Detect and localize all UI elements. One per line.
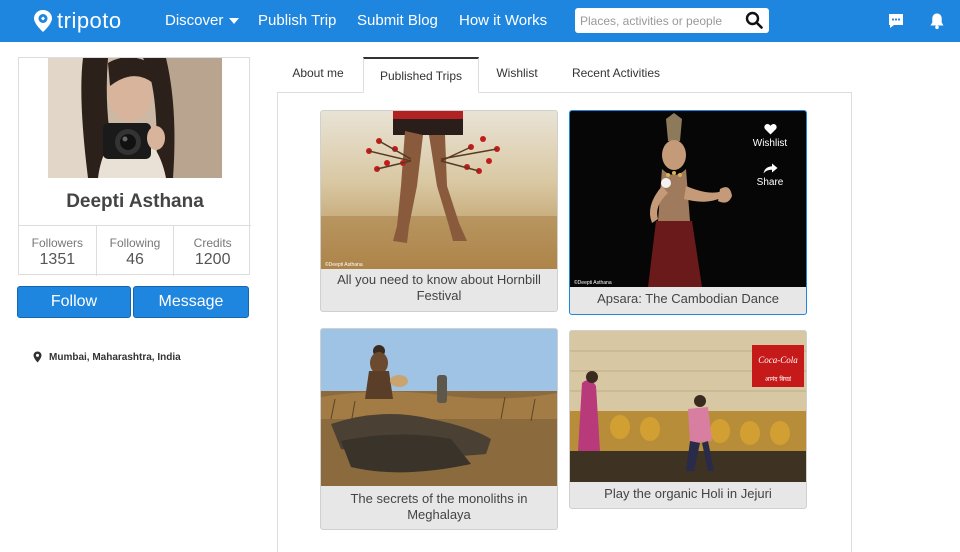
- stat-label: Following: [109, 236, 161, 250]
- sign-subtext: आनंद बिघडं: [765, 375, 792, 383]
- tab-recent-activities[interactable]: Recent Activities: [560, 57, 672, 93]
- chevron-down-icon: [229, 18, 240, 25]
- stat-credits[interactable]: Credits 1200: [174, 226, 251, 276]
- trip-card[interactable]: Coca-Cola आनंद बिघडं Play the organic Ho…: [569, 330, 807, 509]
- stat-label: Followers: [31, 236, 84, 250]
- location-pin-icon: [33, 351, 42, 363]
- profile-stats: Followers 1351 Following 46 Credits 1200: [19, 225, 251, 276]
- profile-card: Deepti Asthana Followers 1351 Following …: [18, 57, 251, 276]
- stat-label: Credits: [193, 236, 232, 250]
- profile-tabs: About me Published Trips Wishlist Recent…: [277, 57, 852, 93]
- wishlist-label: Wishlist: [752, 138, 788, 149]
- photo-credit: ©Deepti Asthana: [325, 261, 363, 268]
- avatar: [48, 58, 222, 178]
- trip-card[interactable]: ©Deepti Asthana Wishlist Share Apsara: T…: [569, 110, 807, 315]
- tab-about-me[interactable]: About me: [277, 57, 359, 93]
- stat-value: 46: [126, 251, 144, 268]
- trip-photo: ©Deepti Asthana: [321, 111, 557, 269]
- trip-card[interactable]: ©Deepti Asthana All you need to know abo…: [320, 110, 558, 312]
- logo-text: tripoto: [57, 8, 122, 33]
- share-label: Share: [756, 177, 784, 188]
- sign-text: Coca-Cola: [758, 355, 798, 365]
- stat-value: 1200: [194, 251, 231, 268]
- nav-submit-blog[interactable]: Submit Blog: [357, 12, 438, 29]
- photo-credit: ©Deepti Asthana: [574, 279, 612, 286]
- logo-pin-icon: [34, 10, 52, 32]
- trip-title: All you need to know about Hornbill Fest…: [337, 272, 541, 303]
- profile-name: Deepti Asthana: [66, 191, 204, 212]
- share-arrow-icon: [763, 163, 777, 174]
- location: Mumbai, Maharashtra, India: [33, 351, 181, 363]
- share-button[interactable]: Share: [745, 163, 795, 188]
- chat-icon[interactable]: [887, 12, 905, 30]
- search-input[interactable]: [580, 12, 740, 29]
- heart-icon: [763, 123, 777, 135]
- trip-card[interactable]: The secrets of the monoliths in Meghalay…: [320, 328, 558, 530]
- nav-discover-label: Discover: [165, 12, 224, 29]
- nav-how-it-works[interactable]: How it Works: [459, 12, 547, 29]
- stat-following[interactable]: Following 46: [97, 226, 175, 276]
- tab-published-trips[interactable]: Published Trips: [363, 57, 479, 93]
- trip-photo: Coca-Cola आनंद बिघडं: [570, 331, 806, 482]
- wishlist-button[interactable]: Wishlist: [745, 123, 795, 149]
- message-button[interactable]: Message: [133, 286, 249, 318]
- trip-title: Play the organic Holi in Jejuri: [604, 486, 772, 501]
- avatar-photo: [48, 58, 222, 178]
- trip-title: The secrets of the monoliths in Meghalay…: [350, 491, 528, 522]
- nav-discover[interactable]: Discover: [165, 12, 240, 29]
- follow-button[interactable]: Follow: [17, 286, 131, 318]
- bell-icon[interactable]: [928, 12, 946, 30]
- search-box: [575, 8, 769, 33]
- stat-followers[interactable]: Followers 1351: [19, 226, 97, 276]
- trip-title: Apsara: The Cambodian Dance: [597, 291, 779, 306]
- tab-wishlist[interactable]: Wishlist: [482, 57, 552, 93]
- tripoto-logo[interactable]: tripoto: [33, 8, 122, 34]
- nav-publish-trip[interactable]: Publish Trip: [258, 12, 336, 29]
- location-text: Mumbai, Maharashtra, India: [49, 351, 181, 363]
- stat-value: 1351: [39, 251, 76, 268]
- top-nav-bar: tripoto Discover Publish Trip Submit Blo…: [0, 0, 960, 42]
- search-icon[interactable]: [745, 11, 763, 29]
- trip-photo: [321, 329, 557, 486]
